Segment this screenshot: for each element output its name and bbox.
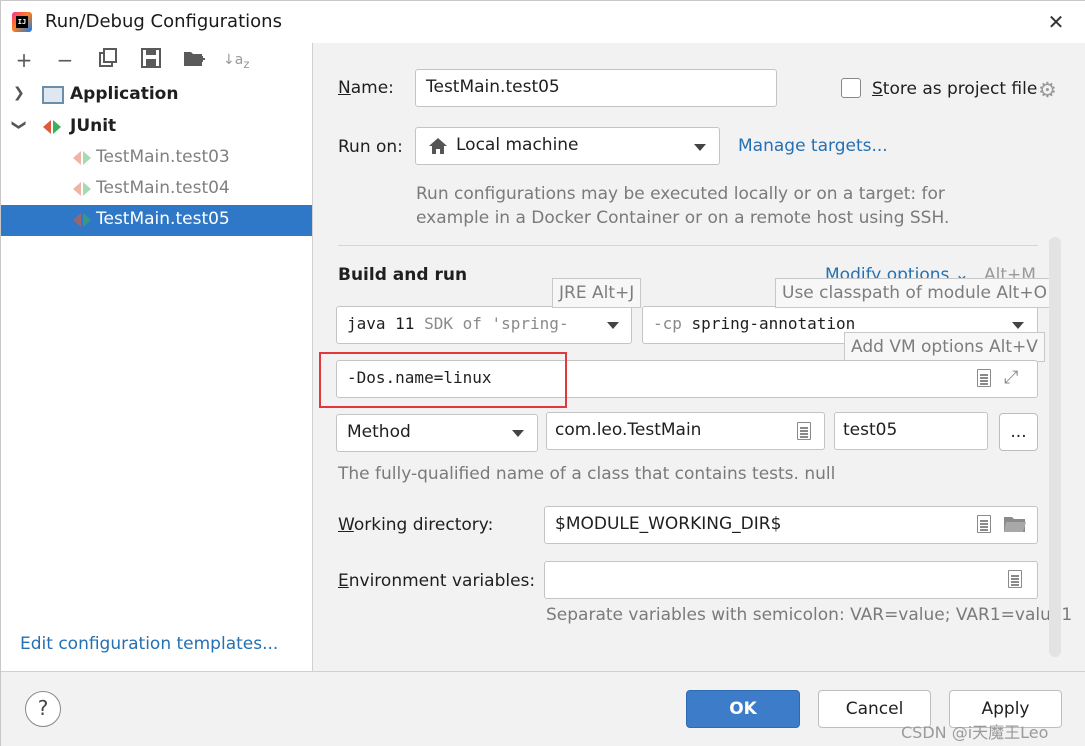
- method-input[interactable]: test05: [834, 412, 988, 450]
- help-button[interactable]: ?: [25, 691, 61, 727]
- junit-icon: [43, 120, 61, 134]
- manage-targets-link[interactable]: Manage targets...: [738, 136, 888, 156]
- document-icon[interactable]: [1008, 570, 1022, 588]
- junit-test-icon: [73, 213, 91, 227]
- tree-item-label: TestMain.test03: [96, 147, 230, 167]
- save-icon[interactable]: [138, 47, 164, 73]
- jre-dropdown[interactable]: java 11 SDK of 'spring-: [336, 306, 632, 344]
- tree-item-junit[interactable]: ❯ JUnit: [1, 112, 312, 143]
- watermark-text: CSDN @i天魔王Leo: [901, 723, 1049, 742]
- build-and-run-heading: Build and run: [338, 265, 468, 285]
- remove-icon[interactable]: −: [52, 47, 78, 73]
- document-icon[interactable]: [797, 422, 811, 440]
- working-directory-input[interactable]: $MODULE_WORKING_DIR$: [544, 506, 1038, 544]
- intellij-app-icon: IJ: [12, 12, 32, 32]
- run-on-hint-line1: Run configurations may be executed local…: [416, 184, 945, 204]
- application-icon: [42, 86, 64, 104]
- chevron-down-icon[interactable]: [1012, 322, 1024, 329]
- jre-sdk-hint: SDK of 'spring-: [424, 314, 569, 333]
- ok-button[interactable]: OK: [686, 690, 800, 728]
- modify-options-shortcut: Alt+M: [984, 265, 1036, 279]
- modify-options-link[interactable]: Modify options ⌄: [825, 265, 975, 279]
- chevron-down-icon[interactable]: [694, 144, 706, 151]
- add-icon[interactable]: +: [11, 47, 37, 73]
- document-icon[interactable]: [977, 515, 991, 533]
- copy-icon[interactable]: [95, 47, 121, 73]
- gear-icon[interactable]: ⚙: [1038, 78, 1057, 102]
- junit-label: JUnit: [70, 116, 117, 136]
- tree-item-label: TestMain.test04: [96, 178, 230, 198]
- tree-item-test03[interactable]: TestMain.test03: [1, 143, 312, 174]
- folder-icon[interactable]: [1003, 514, 1027, 539]
- test-kind-value: Method: [347, 422, 411, 442]
- cp-prefix: -cp: [653, 314, 682, 333]
- browse-method-button[interactable]: ...: [999, 413, 1038, 451]
- run-debug-dialog: IJ Run/Debug Configurations ✕ + − ↓az ❯ …: [0, 0, 1085, 746]
- name-label: Name:: [338, 78, 394, 98]
- classpath-shortcut-tooltip: Use classpath of module Alt+O: [775, 278, 1054, 308]
- new-folder-icon[interactable]: [181, 47, 207, 73]
- cp-value: spring-annotation: [691, 314, 856, 333]
- working-directory-label: Working directory:: [338, 515, 494, 535]
- run-on-dropdown[interactable]: Local machine: [415, 127, 720, 165]
- highlight-box: [319, 352, 567, 408]
- run-on-label: Run on:: [338, 137, 403, 157]
- document-icon[interactable]: [977, 369, 991, 387]
- tree-item-test05[interactable]: TestMain.test05: [1, 205, 312, 236]
- tree-item-test04[interactable]: TestMain.test04: [1, 174, 312, 205]
- home-icon: [428, 137, 448, 160]
- jre-value: java 11: [347, 314, 415, 333]
- close-icon[interactable]: ✕: [1041, 7, 1071, 37]
- tree-item-label: TestMain.test05: [96, 209, 230, 229]
- store-as-project-checkbox[interactable]: [841, 78, 861, 98]
- edit-templates-link[interactable]: Edit configuration templates...: [20, 634, 278, 654]
- jre-shortcut-tooltip: JRE Alt+J: [552, 278, 642, 308]
- sort-icon[interactable]: ↓az: [223, 47, 249, 73]
- store-as-project-label: Store as project file: [872, 79, 1038, 99]
- name-input[interactable]: TestMain.test05: [415, 69, 777, 107]
- chevron-down-icon[interactable]: [512, 430, 524, 437]
- environment-variables-input[interactable]: [544, 561, 1038, 599]
- tree-item-application[interactable]: ❯ Application: [1, 80, 312, 111]
- junit-test-icon: [73, 151, 91, 165]
- chevron-down-icon[interactable]: ❯: [11, 119, 27, 131]
- application-label: Application: [70, 84, 179, 104]
- run-on-value: Local machine: [456, 135, 579, 155]
- expand-icon[interactable]: ⤢: [1004, 367, 1018, 388]
- class-hint: The fully-qualified name of a class that…: [338, 464, 836, 484]
- test-kind-dropdown[interactable]: Method: [336, 414, 538, 452]
- environment-variables-hint: Separate variables with semicolon: VAR=v…: [546, 605, 1073, 625]
- chevron-down-icon[interactable]: [607, 322, 619, 329]
- environment-variables-label: Environment variables:: [338, 571, 536, 591]
- window-title: Run/Debug Configurations: [45, 11, 282, 32]
- title-bar: IJ Run/Debug Configurations ✕: [1, 1, 1085, 43]
- chevron-right-icon[interactable]: ❯: [13, 85, 25, 101]
- section-divider: [338, 245, 1038, 246]
- run-on-hint-line2: example in a Docker Container or on a re…: [416, 208, 950, 228]
- form-scrollbar[interactable]: [1049, 237, 1061, 657]
- junit-test-icon: [73, 182, 91, 196]
- class-input[interactable]: com.leo.TestMain: [546, 412, 825, 450]
- vm-options-shortcut-tooltip: Add VM options Alt+V: [844, 332, 1045, 362]
